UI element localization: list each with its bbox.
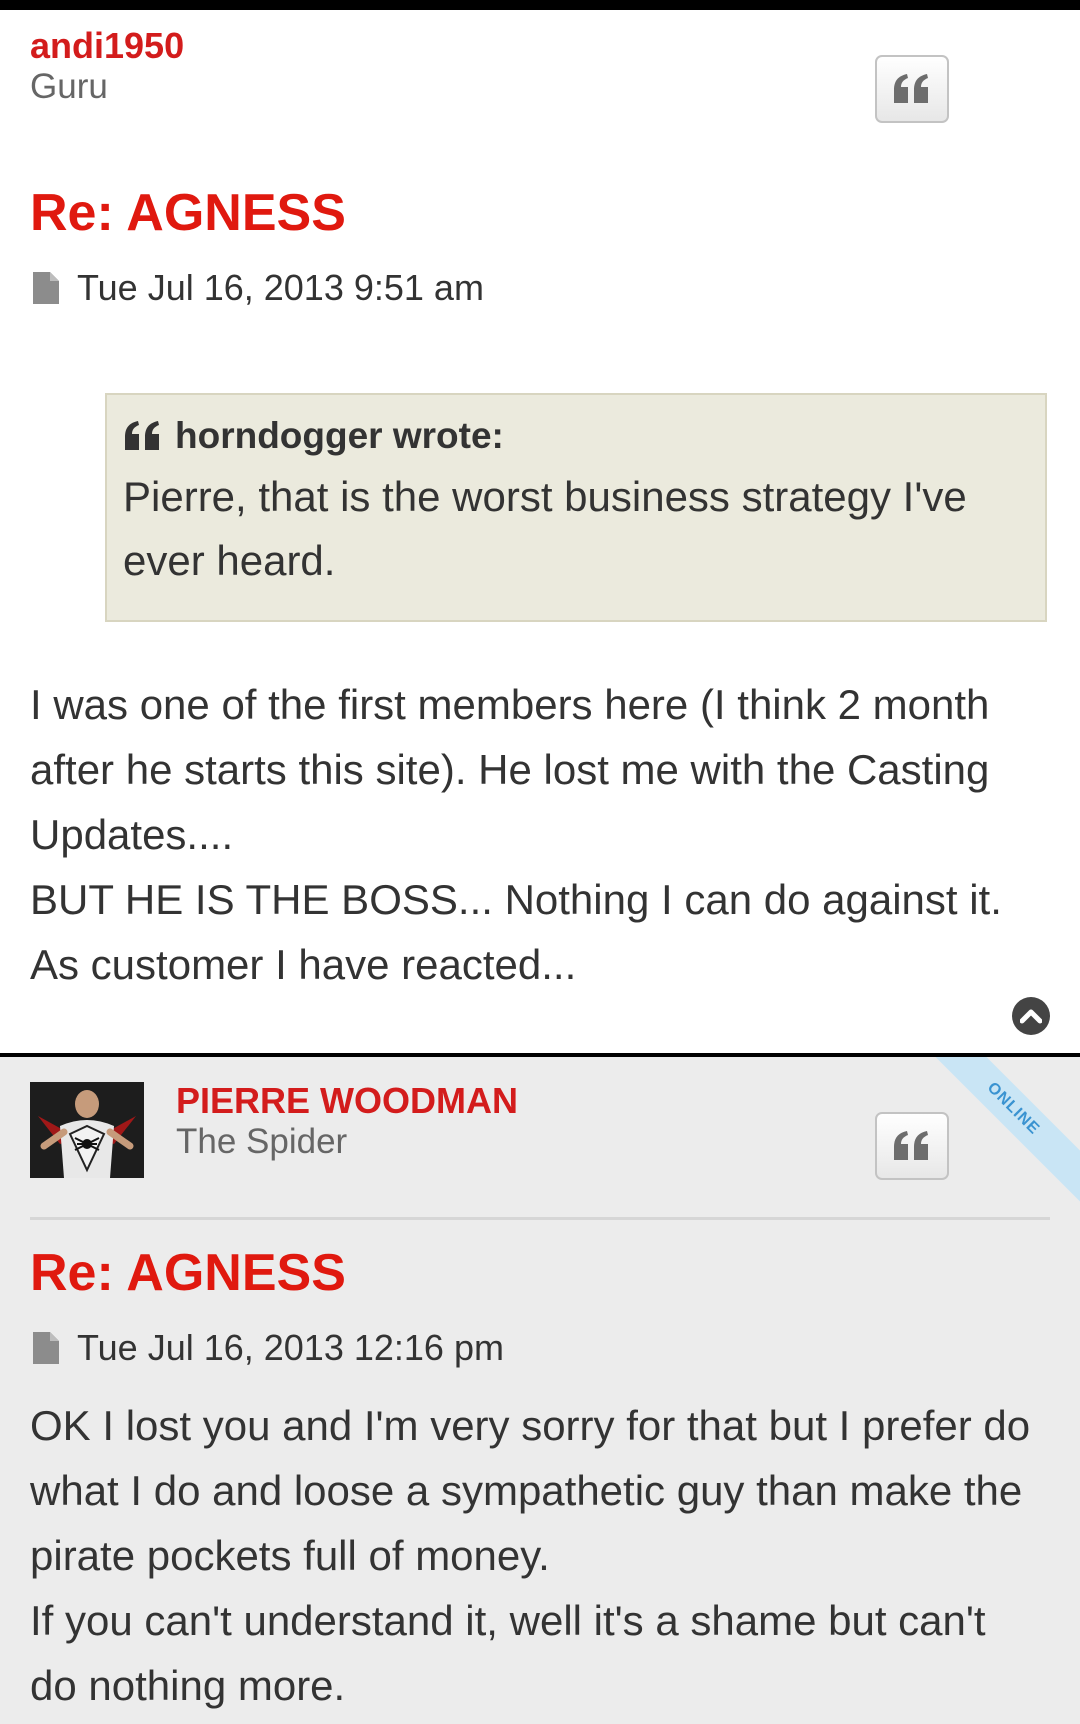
post-author-rank: Guru: [30, 67, 108, 106]
quote-icon: [894, 1131, 928, 1160]
post-title[interactable]: Re: AGNESS: [30, 1243, 346, 1303]
post-2: ONLINE PIERRE WOODMAN The Spider Re: AGN…: [0, 1057, 1080, 1724]
back-to-top-button[interactable]: [1012, 997, 1050, 1035]
blockquote: horndogger wrote: Pierre, that is the wo…: [105, 393, 1047, 622]
post-paragraph: BUT HE IS THE BOSS... Nothing I can do a…: [30, 876, 1002, 988]
quote-icon: [894, 74, 928, 103]
post-title[interactable]: Re: AGNESS: [30, 183, 346, 243]
quote-author: horndogger wrote:: [175, 415, 504, 456]
post-paragraph: If you can't understand it, well it's a …: [30, 1597, 986, 1709]
post-author[interactable]: andi1950: [30, 25, 184, 67]
post-content: I was one of the first members here (I t…: [30, 672, 1040, 997]
post-author[interactable]: PIERRE WOODMAN: [176, 1080, 518, 1122]
post-author-rank: The Spider: [176, 1122, 348, 1161]
quote-button[interactable]: [875, 1112, 949, 1180]
back-to-top-icon: [1020, 1009, 1042, 1024]
post-date[interactable]: Tue Jul 16, 2013 12:16 pm: [77, 1327, 504, 1369]
post-content: OK I lost you and I'm very sorry for tha…: [30, 1393, 1040, 1718]
post-paragraph: OK I lost you and I'm very sorry for tha…: [30, 1402, 1031, 1579]
post-date[interactable]: Tue Jul 16, 2013 9:51 am: [77, 267, 484, 309]
quote-icon: [125, 421, 159, 450]
top-border: [0, 0, 1080, 10]
post-date-row: Tue Jul 16, 2013 12:16 pm: [33, 1327, 504, 1369]
quote-citation: horndogger wrote:: [123, 415, 1029, 457]
quote-button[interactable]: [875, 55, 949, 123]
spider-icon: [30, 1082, 144, 1178]
avatar[interactable]: [30, 1082, 144, 1178]
post-header-divider: [30, 1217, 1050, 1220]
post-1: andi1950 Guru Re: AGNESS Tue Jul 16, 201…: [0, 10, 1080, 1057]
quote-text: Pierre, that is the worst business strat…: [123, 473, 967, 584]
file-icon: [33, 272, 59, 304]
file-icon: [33, 1332, 59, 1364]
post-paragraph: I was one of the first members here (I t…: [30, 681, 990, 858]
post-date-row: Tue Jul 16, 2013 9:51 am: [33, 267, 484, 309]
